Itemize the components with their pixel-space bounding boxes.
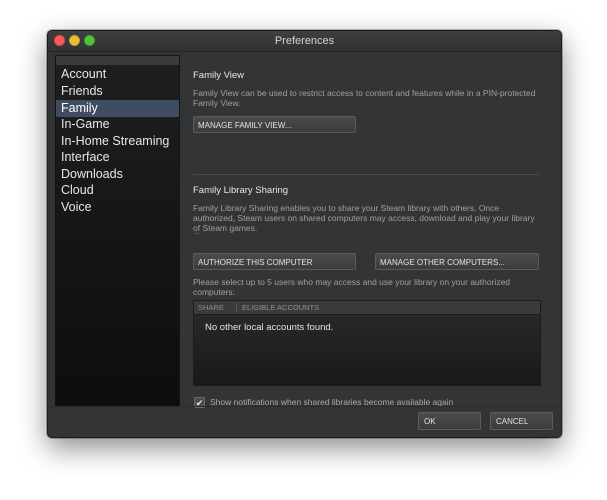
ok-button[interactable]: OK xyxy=(418,412,481,430)
family-view-heading: Family View xyxy=(193,70,245,81)
preferences-sidebar: Account Friends Family In-Game In-Home S… xyxy=(55,55,180,407)
sidebar-item-in-game[interactable]: In-Game xyxy=(56,116,179,133)
column-header-eligible-accounts[interactable]: ELIGIBLE ACCOUNTS xyxy=(242,302,319,313)
family-library-sharing-heading: Family Library Sharing xyxy=(193,185,289,196)
sidebar-item-friends[interactable]: Friends xyxy=(56,83,179,100)
library-sharing-description-line-1: Family Library Sharing enables you to sh… xyxy=(193,203,500,213)
preferences-window: Preferences Account Friends Family In-Ga… xyxy=(47,30,562,438)
sidebar-item-account[interactable]: Account xyxy=(56,66,179,83)
manage-other-computers-button[interactable]: MANAGE OTHER COMPUTERS... xyxy=(375,253,539,270)
manage-family-view-button[interactable]: MANAGE FAMILY VIEW... xyxy=(193,116,356,133)
sidebar-item-in-home-streaming[interactable]: In-Home Streaming xyxy=(56,133,179,150)
sidebar-item-interface[interactable]: Interface xyxy=(56,149,179,166)
family-view-description-line-2: Family View. xyxy=(193,98,241,108)
sidebar-header-band xyxy=(56,56,179,65)
library-sharing-description-line-2: authorized, Steam users on shared comput… xyxy=(193,213,535,223)
library-sharing-description-line-3: of Steam games. xyxy=(193,223,258,233)
description-ellipsis: .. xyxy=(195,227,200,236)
column-separator xyxy=(236,303,237,312)
sidebar-item-cloud[interactable]: Cloud xyxy=(56,182,179,199)
select-users-text-line-1: Please select up to 5 users who may acce… xyxy=(193,277,511,287)
section-divider xyxy=(193,174,539,175)
sidebar-item-family[interactable]: Family xyxy=(56,100,179,117)
family-view-description-line-1: Family View can be used to restrict acce… xyxy=(193,88,536,98)
footer-divider xyxy=(48,406,561,407)
empty-accounts-message: No other local accounts found. xyxy=(205,322,334,333)
sidebar-item-voice[interactable]: Voice xyxy=(56,199,179,216)
column-header-share[interactable]: SHARE xyxy=(198,302,224,313)
table-header: SHARE ELIGIBLE ACCOUNTS xyxy=(194,301,540,315)
family-settings-panel: Family View Family View can be used to r… xyxy=(193,55,543,408)
select-users-text-line-2: computers: xyxy=(193,287,236,297)
window-title: Preferences xyxy=(274,35,335,47)
sidebar-item-downloads[interactable]: Downloads xyxy=(56,166,179,183)
title-bar: Preferences xyxy=(48,31,561,52)
cancel-button[interactable]: CANCEL xyxy=(490,412,553,430)
eligible-accounts-table[interactable]: SHARE ELIGIBLE ACCOUNTS No other local a… xyxy=(193,300,541,386)
authorize-this-computer-button[interactable]: AUTHORIZE THIS COMPUTER xyxy=(193,253,356,270)
